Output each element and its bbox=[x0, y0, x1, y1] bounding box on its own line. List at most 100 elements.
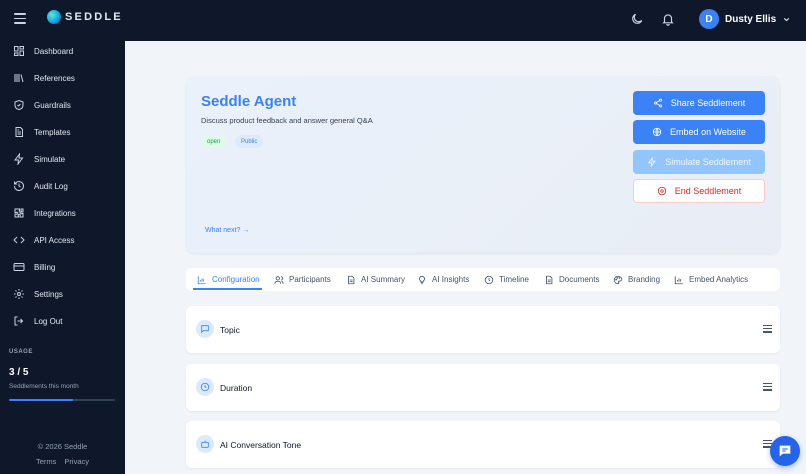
embed-on-website-button[interactable]: Embed on Website bbox=[633, 120, 765, 144]
sidebar-item-label: Templates bbox=[34, 127, 71, 137]
tab-timeline[interactable]: Timeline bbox=[484, 273, 529, 286]
tab-label: Documents bbox=[559, 275, 600, 284]
section-title: AI Conversation Tone bbox=[220, 440, 302, 450]
tab-ai-insights[interactable]: AI Insights bbox=[417, 273, 469, 286]
section-topic[interactable]: Topic bbox=[186, 306, 780, 353]
tab-label: Participants bbox=[289, 275, 331, 284]
users-icon bbox=[274, 275, 284, 284]
share-seddlement-button[interactable]: Share Seddlement bbox=[633, 91, 765, 115]
sidebar-item-label: API Access bbox=[34, 235, 75, 245]
sidebar-item-api-access[interactable]: API Access bbox=[13, 232, 74, 248]
drag-handle-icon[interactable] bbox=[763, 383, 772, 391]
history-icon bbox=[14, 181, 24, 191]
chat-icon bbox=[779, 445, 791, 457]
tab-label: Timeline bbox=[499, 275, 529, 284]
sidebar-item-label: Guardrails bbox=[34, 100, 71, 110]
what-next-link[interactable]: What next? → bbox=[205, 227, 249, 234]
tab-configuration[interactable]: Configuration bbox=[197, 273, 260, 286]
simulate-seddlement-label: Simulate Seddlement bbox=[665, 157, 751, 167]
section-title: Topic bbox=[220, 325, 240, 335]
usage-progress-bar bbox=[9, 399, 115, 401]
message-icon bbox=[201, 325, 209, 334]
hamburger-menu-icon[interactable] bbox=[14, 13, 26, 24]
sidebar-item-audit-log[interactable]: Audit Log bbox=[13, 178, 68, 194]
sidebar-item-references[interactable]: References bbox=[13, 70, 75, 86]
credit-card-icon bbox=[13, 263, 25, 271]
sidebar: Dashboard References Guardrails Template… bbox=[0, 41, 125, 474]
sidebar-item-billing[interactable]: Billing bbox=[13, 259, 55, 275]
bar-chart-icon bbox=[674, 275, 683, 284]
section-title: Duration bbox=[220, 383, 253, 393]
tab-participants[interactable]: Participants bbox=[274, 273, 331, 286]
lightbulb-icon bbox=[419, 275, 425, 284]
terms-link[interactable]: Terms bbox=[36, 457, 56, 466]
user-menu[interactable]: D Dusty Ellis bbox=[699, 9, 791, 29]
sidebar-item-settings[interactable]: Settings bbox=[13, 286, 63, 302]
sidebar-item-templates[interactable]: Templates bbox=[13, 124, 70, 140]
copyright: © 2026 Seddle bbox=[37, 442, 88, 451]
end-seddlement-button[interactable]: End Seddlement bbox=[633, 179, 765, 203]
document-icon bbox=[348, 275, 355, 284]
clock-icon bbox=[200, 382, 210, 392]
agent-card: Seddle Agent Discuss product feedback an… bbox=[186, 76, 780, 253]
tab-label: Branding bbox=[628, 275, 661, 284]
status-badge: open bbox=[201, 135, 227, 148]
usage-title: USAGE bbox=[9, 349, 33, 355]
sidebar-item-label: Simulate bbox=[34, 154, 66, 164]
sidebar-item-integrations[interactable]: Integrations bbox=[13, 205, 76, 221]
zap-icon bbox=[648, 157, 656, 167]
agent-description: Discuss product feedback and answer gene… bbox=[201, 116, 373, 125]
avatar: D bbox=[699, 9, 719, 29]
moon-icon[interactable] bbox=[630, 12, 644, 26]
document-icon bbox=[15, 127, 23, 137]
sidebar-item-label: Audit Log bbox=[34, 181, 68, 191]
zap-icon bbox=[14, 153, 24, 165]
globe-icon bbox=[652, 127, 662, 137]
tab-embed-analytics[interactable]: Embed Analytics bbox=[674, 273, 748, 286]
active-tab-indicator bbox=[193, 288, 262, 290]
embed-on-website-label: Embed on Website bbox=[670, 127, 746, 137]
clock-icon bbox=[484, 275, 494, 284]
footer-links: Terms Privacy bbox=[0, 457, 125, 466]
sidebar-item-log-out[interactable]: Log Out bbox=[13, 313, 62, 329]
section-icon-wrap bbox=[196, 320, 214, 338]
puzzle-icon bbox=[14, 208, 24, 218]
privacy-link[interactable]: Privacy bbox=[64, 457, 89, 466]
tab-label: Configuration bbox=[212, 275, 260, 284]
sidebar-item-label: Dashboard bbox=[34, 46, 74, 56]
share-icon bbox=[653, 98, 662, 108]
top-bar: SEDDLE D Dusty Ellis bbox=[0, 0, 806, 41]
sidebar-item-label: Settings bbox=[34, 289, 63, 299]
user-name: Dusty Ellis bbox=[725, 13, 777, 25]
end-seddlement-label: End Seddlement bbox=[674, 186, 742, 196]
simulate-seddlement-button[interactable]: Simulate Seddlement bbox=[633, 150, 765, 174]
logo[interactable]: SEDDLE bbox=[47, 10, 123, 24]
grid-icon bbox=[14, 46, 24, 56]
bar-chart-icon bbox=[197, 275, 206, 284]
sidebar-item-dashboard[interactable]: Dashboard bbox=[13, 43, 73, 59]
visibility-badge: Public bbox=[235, 135, 264, 148]
code-icon bbox=[13, 236, 25, 244]
tab-label: AI Summary bbox=[361, 275, 406, 284]
sidebar-item-label: Log Out bbox=[34, 316, 63, 326]
sidebar-item-simulate[interactable]: Simulate bbox=[13, 151, 65, 167]
shield-icon bbox=[14, 99, 24, 111]
tab-ai-summary[interactable]: AI Summary bbox=[346, 273, 405, 286]
drag-handle-icon[interactable] bbox=[763, 325, 772, 333]
chat-button[interactable] bbox=[770, 436, 800, 466]
usage-count: 3 / 5 bbox=[9, 367, 29, 378]
tab-branding[interactable]: Branding bbox=[613, 273, 660, 286]
sidebar-item-guardrails[interactable]: Guardrails bbox=[13, 97, 71, 113]
logo-globe-icon bbox=[47, 10, 61, 24]
bell-icon[interactable] bbox=[661, 12, 675, 26]
tab-documents[interactable]: Documents bbox=[544, 273, 599, 286]
robot-icon bbox=[201, 440, 209, 448]
logo-text: SEDDLE bbox=[65, 11, 123, 23]
tab-label: Embed Analytics bbox=[689, 275, 749, 284]
sidebar-item-label: References bbox=[34, 73, 75, 83]
palette-icon bbox=[613, 275, 623, 284]
section-icon-wrap bbox=[196, 378, 214, 396]
section-duration[interactable]: Duration bbox=[186, 364, 780, 411]
section-ai-conversation-tone[interactable]: AI Conversation Tone bbox=[186, 421, 780, 468]
tab-bar: Configuration Participants AI Summary AI… bbox=[186, 268, 780, 291]
